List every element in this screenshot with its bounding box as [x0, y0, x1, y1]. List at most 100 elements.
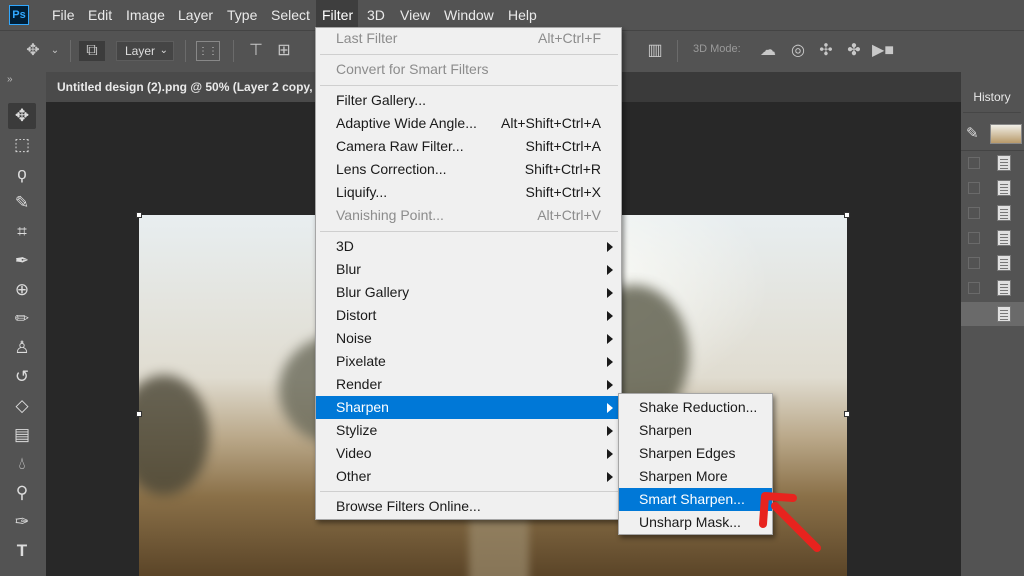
eraser-tool-icon[interactable]: ◇ — [8, 393, 36, 419]
align-middle-icon[interactable]: ⊞ — [272, 41, 296, 61]
submenu-item-unsharp-mask[interactable]: Unsharp Mask... — [619, 511, 772, 534]
menu-item-blur[interactable]: Blur — [316, 258, 621, 281]
crop-tool-icon[interactable]: ⌗ — [8, 219, 36, 245]
submenu-item-sharpen-edges[interactable]: Sharpen Edges — [619, 442, 772, 465]
history-state-checkbox[interactable] — [968, 157, 980, 169]
menu-item-filter-gallery[interactable]: Filter Gallery... — [316, 89, 621, 112]
menu-image[interactable]: Image — [120, 0, 171, 30]
history-tab[interactable]: History — [963, 82, 1021, 113]
menu-select[interactable]: Select — [265, 0, 316, 30]
menu-item-liquify[interactable]: Liquify... Shift+Ctrl+X — [316, 181, 621, 204]
submenu-item-smart-sharpen[interactable]: Smart Sharpen... — [619, 488, 772, 511]
menu-item-blur-gallery[interactable]: Blur Gallery — [316, 281, 621, 304]
gradient-tool-icon[interactable]: ▤ — [8, 422, 36, 448]
document-tab[interactable]: Untitled design (2).png @ 50% (Layer 2 c… — [46, 72, 316, 102]
blur-tool-icon[interactable]: 💧︎ — [8, 451, 36, 477]
pan-3d-icon[interactable]: ✣ — [815, 41, 837, 61]
history-state-checkbox[interactable] — [968, 182, 980, 194]
menu-item-distort[interactable]: Distort — [316, 304, 621, 327]
menu-item-browse-filters-online[interactable]: Browse Filters Online... — [316, 495, 621, 518]
history-state-icon[interactable] — [997, 205, 1011, 221]
collapse-panel-icon[interactable]: » — [7, 74, 13, 85]
menu-item-lens-correction[interactable]: Lens Correction... Shift+Ctrl+R — [316, 158, 621, 181]
dodge-tool-icon[interactable]: ⚲ — [8, 480, 36, 506]
menu-item-camera-raw-filter[interactable]: Camera Raw Filter... Shift+Ctrl+A — [316, 135, 621, 158]
menu-item-pixelate[interactable]: Pixelate — [316, 350, 621, 373]
blurred-path — [469, 515, 529, 576]
auto-select-layers-icon[interactable]: ⧉ — [79, 41, 105, 61]
transform-handle[interactable] — [136, 411, 142, 417]
history-state-checkbox[interactable] — [968, 232, 980, 244]
menu-layer[interactable]: Layer — [172, 0, 219, 30]
submenu-arrow-icon — [607, 334, 613, 344]
menu-file[interactable]: File — [46, 0, 81, 30]
menu-item-vanishing-point[interactable]: Vanishing Point... Alt+Ctrl+V — [316, 204, 621, 227]
menu-item-sharpen[interactable]: Sharpen — [316, 396, 621, 419]
history-state-checkbox[interactable] — [968, 282, 980, 294]
menu-item-noise[interactable]: Noise — [316, 327, 621, 350]
roll-3d-icon[interactable]: ◎ — [787, 41, 809, 61]
clone-stamp-tool-icon[interactable]: ♙ — [8, 335, 36, 361]
menu-item-stylize[interactable]: Stylize — [316, 419, 621, 442]
menu-view[interactable]: View — [394, 0, 436, 30]
align-top-icon[interactable]: ⊤ — [244, 41, 268, 61]
submenu-arrow-icon — [607, 380, 613, 390]
chevron-down-icon[interactable]: ⌄ — [48, 41, 62, 61]
type-tool-icon[interactable]: T — [8, 538, 36, 564]
history-state-icon[interactable] — [997, 155, 1011, 171]
scale-3d-icon[interactable]: ▶■ — [871, 41, 895, 61]
submenu-item-sharpen-more[interactable]: Sharpen More — [619, 465, 772, 488]
history-state-checkbox[interactable] — [968, 207, 980, 219]
menu-item-adaptive-wide-angle[interactable]: Adaptive Wide Angle... Alt+Shift+Ctrl+A — [316, 112, 621, 135]
transform-handle[interactable] — [136, 212, 142, 218]
healing-brush-tool-icon[interactable]: ⊕ — [8, 277, 36, 303]
history-state-icon[interactable] — [997, 255, 1011, 271]
submenu-arrow-icon — [607, 242, 613, 252]
menu-separator — [320, 54, 618, 55]
transform-handle[interactable] — [844, 212, 850, 218]
menu-filter[interactable]: Filter — [316, 0, 358, 30]
history-state-icon[interactable] — [997, 280, 1011, 296]
menu-3d[interactable]: 3D — [361, 0, 391, 30]
menu-window[interactable]: Window — [438, 0, 500, 30]
menu-item-video[interactable]: Video — [316, 442, 621, 465]
menu-help[interactable]: Help — [502, 0, 543, 30]
distribute-icon[interactable]: ▥ — [643, 41, 667, 61]
pen-tool-icon[interactable]: ✑ — [8, 509, 36, 535]
history-snapshot-thumbnail[interactable] — [990, 124, 1022, 144]
divider — [233, 40, 234, 62]
menu-item-other[interactable]: Other — [316, 465, 621, 488]
submenu-item-sharpen[interactable]: Sharpen — [619, 419, 772, 442]
orbit-3d-icon[interactable]: ☁ — [757, 41, 779, 61]
submenu-item-shake-reduction[interactable]: Shake Reduction... — [619, 396, 772, 419]
chevron-down-icon: ⌄ — [159, 45, 168, 56]
history-state-checkbox[interactable] — [968, 257, 980, 269]
quick-selection-tool-icon[interactable]: ✎ — [8, 190, 36, 216]
transform-handle[interactable] — [844, 411, 850, 417]
menu-item-last-filter[interactable]: Last Filter Alt+Ctrl+F — [316, 27, 621, 50]
menu-item-3d[interactable]: 3D — [316, 235, 621, 258]
eyedropper-tool-icon[interactable]: ✒ — [8, 248, 36, 274]
history-state-icon[interactable] — [997, 180, 1011, 196]
brush-tool-icon[interactable]: ✏ — [8, 306, 36, 332]
menu-item-render[interactable]: Render — [316, 373, 621, 396]
auto-select-dropdown[interactable]: Layer ⌄ — [116, 41, 174, 61]
move-tool-icon[interactable]: ✥ — [8, 103, 36, 129]
history-state-icon[interactable] — [997, 306, 1011, 322]
lasso-tool-icon[interactable]: ϙ — [8, 161, 36, 187]
divider — [961, 150, 1024, 151]
history-brush-source-icon[interactable]: ✎ — [966, 124, 979, 142]
history-state-icon[interactable] — [997, 230, 1011, 246]
menu-type[interactable]: Type — [221, 0, 263, 30]
history-brush-tool-icon[interactable]: ↺ — [8, 364, 36, 390]
move-tool-icon[interactable]: ✥ — [20, 41, 46, 61]
menu-separator — [320, 491, 618, 492]
3d-mode-label: 3D Mode: — [693, 43, 741, 55]
history-state-checkbox[interactable] — [968, 308, 980, 320]
transform-controls-icon[interactable]: ⋮⋮ — [196, 41, 220, 61]
marquee-tool-icon[interactable]: ⬚ — [8, 132, 36, 158]
menu-item-convert-smart-filters[interactable]: Convert for Smart Filters — [316, 58, 621, 81]
submenu-arrow-icon — [607, 403, 613, 413]
slide-3d-icon[interactable]: ✤ — [843, 41, 865, 61]
menu-edit[interactable]: Edit — [82, 0, 118, 30]
